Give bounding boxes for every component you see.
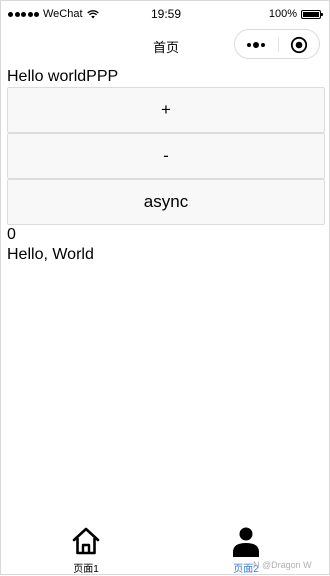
async-button[interactable]: async — [7, 179, 325, 225]
tab-page1-label: 页面1 — [73, 564, 99, 575]
tab-page1[interactable]: 页面1 — [6, 520, 166, 576]
watermark-text: N @Dragon W — [253, 560, 312, 570]
navigation-bar: 首页 — [1, 29, 330, 61]
page-content: Hello worldPPP + - async 0 Hello, World — [7, 67, 325, 265]
app-frame: WeChat 19:59 100% 首页 Hello worldPPP + - … — [0, 0, 330, 575]
home-icon — [72, 527, 100, 555]
status-right: 100% — [268, 8, 323, 20]
status-bar: WeChat 19:59 100% — [1, 1, 330, 29]
capsule-menu — [234, 29, 320, 59]
battery-icon — [301, 9, 323, 19]
capsule-divider — [278, 37, 279, 52]
battery-percent: 100% — [268, 8, 297, 20]
greeting-text: Hello worldPPP — [7, 68, 119, 85]
close-miniprogram-icon[interactable] — [290, 36, 308, 54]
message-text: Hello, World — [7, 246, 94, 263]
more-menu-icon[interactable] — [247, 39, 265, 50]
person-icon — [233, 527, 259, 557]
increment-button[interactable]: + — [7, 87, 325, 133]
counter-value: 0 — [7, 226, 16, 243]
decrement-button[interactable]: - — [7, 133, 325, 179]
